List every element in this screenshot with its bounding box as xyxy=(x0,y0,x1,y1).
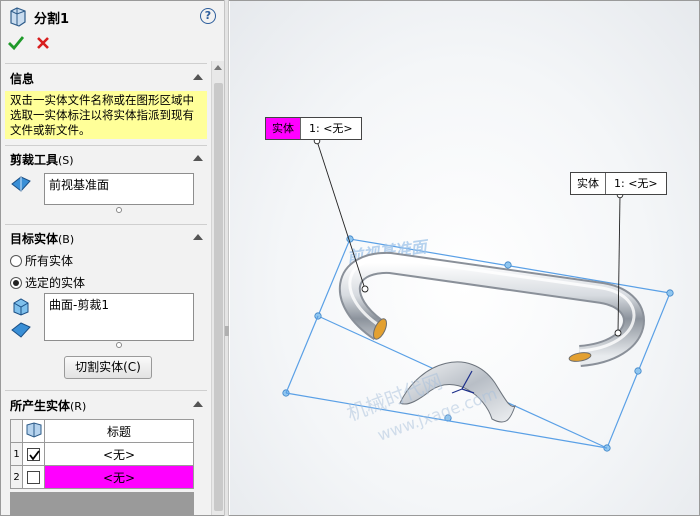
help-icon[interactable]: ? xyxy=(200,8,216,24)
body-callout-2[interactable]: 实体 1: <无> xyxy=(570,172,667,195)
table-empty-area xyxy=(10,492,194,515)
info-message: 双击一实体文件名称或在图形区域中选取一实体标注以将实体指派到现有文件或新文件。 xyxy=(5,91,207,139)
collapse-chevron-icon[interactable] xyxy=(193,234,203,240)
property-manager: 分割1 ? 信息 双击一实体文件名称或在图形区域中选取一实体标注以将实体指派到现… xyxy=(1,1,224,515)
callout-leader-line xyxy=(316,140,366,290)
checkbox-checked[interactable] xyxy=(27,448,40,461)
surface-select-icon xyxy=(11,322,31,338)
row-checkbox[interactable] xyxy=(22,442,45,466)
target-body-selection-box[interactable]: 曲面-剪裁1 xyxy=(44,293,194,341)
resize-grip[interactable] xyxy=(116,207,122,213)
plane-edge xyxy=(285,315,319,394)
table-row[interactable]: 2 <无> xyxy=(10,465,194,489)
row-title-highlighted[interactable]: <无> xyxy=(44,465,194,489)
collapse-chevron-icon[interactable] xyxy=(193,401,203,407)
resize-grip[interactable] xyxy=(116,342,122,348)
panel-scrollbar[interactable] xyxy=(211,61,224,515)
split-bodies-icon xyxy=(26,421,41,438)
collapse-chevron-icon[interactable] xyxy=(193,155,203,161)
model-view[interactable]: 前视基准面 机械时代网 www.jxage.com xyxy=(230,1,699,515)
separator xyxy=(5,390,207,391)
scroll-up-arrow-icon[interactable] xyxy=(214,65,222,70)
collapse-chevron-icon[interactable] xyxy=(193,74,203,80)
body-column-icon[interactable] xyxy=(22,419,45,443)
plane-select-icon xyxy=(11,176,31,192)
trim-tool-selection-box[interactable]: 前视基准面 xyxy=(44,173,194,205)
row-number: 2 xyxy=(10,465,23,489)
target-body-item[interactable]: 曲面-剪裁1 xyxy=(49,298,109,312)
scroll-thumb[interactable] xyxy=(214,83,223,511)
splitter-handle[interactable] xyxy=(225,326,229,336)
cut-bodies-button[interactable]: 切割实体(C) xyxy=(64,356,152,379)
split-tube-body[interactable] xyxy=(339,251,645,367)
split-feature-icon xyxy=(10,7,26,27)
resulting-bodies-table: 标题 1 <无> 2 <无> xyxy=(10,419,194,489)
radio-button-selected[interactable] xyxy=(10,277,22,289)
trim-tools-section-title: 剪裁工具(S) xyxy=(10,153,74,167)
row-checkbox[interactable] xyxy=(22,465,45,489)
ok-checkmark-icon[interactable] xyxy=(8,35,24,51)
radio-selected-bodies[interactable]: 选定的实体 xyxy=(10,274,85,290)
resulting-bodies-section-title: 所产生实体(R) xyxy=(10,399,87,413)
separator xyxy=(5,224,207,225)
title-column-header: 标题 xyxy=(44,419,194,443)
table-row[interactable]: 1 <无> xyxy=(10,442,194,466)
radio-button[interactable] xyxy=(10,255,22,267)
callout-value[interactable]: 1: <无> xyxy=(300,118,361,139)
graphics-area[interactable]: 前视基准面 机械时代网 www.jxage.com 实体 1: <无> 实体 1: … xyxy=(230,1,699,515)
radio-all-bodies[interactable]: 所有实体 xyxy=(10,252,73,268)
callout-value[interactable]: 1: <无> xyxy=(605,173,666,194)
separator xyxy=(5,145,207,146)
row-number: 1 xyxy=(10,442,23,466)
table-header-row: 标题 xyxy=(10,419,194,443)
info-section-title: 信息 xyxy=(10,72,35,86)
target-bodies-section-title: 目标实体(B) xyxy=(10,232,75,246)
feature-title: 分割1 xyxy=(34,12,70,27)
panel-splitter[interactable] xyxy=(224,0,229,516)
solid-body-icon xyxy=(13,298,29,316)
separator xyxy=(5,63,207,64)
panel-header: 分割1 ? xyxy=(1,1,224,61)
row-title[interactable]: <无> xyxy=(44,442,194,466)
body-callout-1[interactable]: 实体 1: <无> xyxy=(265,117,362,140)
trim-tool-item[interactable]: 前视基准面 xyxy=(49,178,109,192)
checkbox-unchecked[interactable] xyxy=(27,471,40,484)
cancel-x-icon[interactable] xyxy=(35,35,51,51)
callout-label[interactable]: 实体 xyxy=(266,118,300,139)
row-number-header xyxy=(10,419,23,443)
callout-label[interactable]: 实体 xyxy=(571,173,605,194)
